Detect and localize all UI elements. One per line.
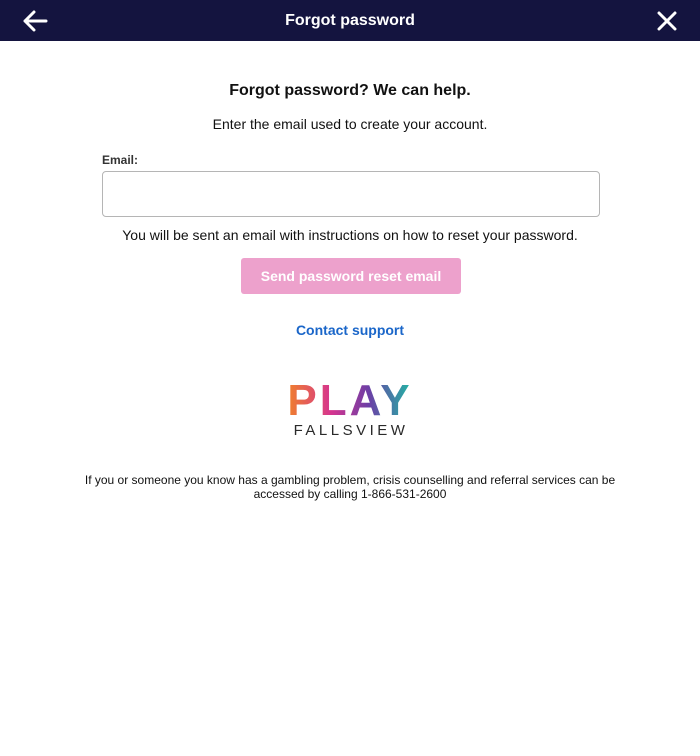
form-subtext: Enter the email used to create your acco… [212, 116, 488, 132]
gambling-disclaimer: If you or someone you know has a gamblin… [84, 473, 616, 501]
logo-word: PLAY [287, 378, 412, 425]
send-reset-email-button[interactable]: Send password reset email [241, 258, 461, 294]
email-field[interactable] [102, 171, 600, 217]
page-title: Forgot password [285, 12, 415, 29]
play-fallsview-logo: PLAY FALLSVIEW [287, 378, 412, 438]
close-icon [657, 11, 677, 31]
form-heading: Forgot password? We can help. [229, 82, 471, 99]
close-button[interactable] [652, 6, 682, 36]
logo-subword: FALLSVIEW [294, 422, 409, 438]
email-label: Email: [102, 153, 139, 167]
header-bar: Forgot password [0, 0, 700, 41]
contact-support-link[interactable]: Contact support [0, 322, 700, 338]
reset-info-text: You will be sent an email with instructi… [122, 227, 578, 243]
